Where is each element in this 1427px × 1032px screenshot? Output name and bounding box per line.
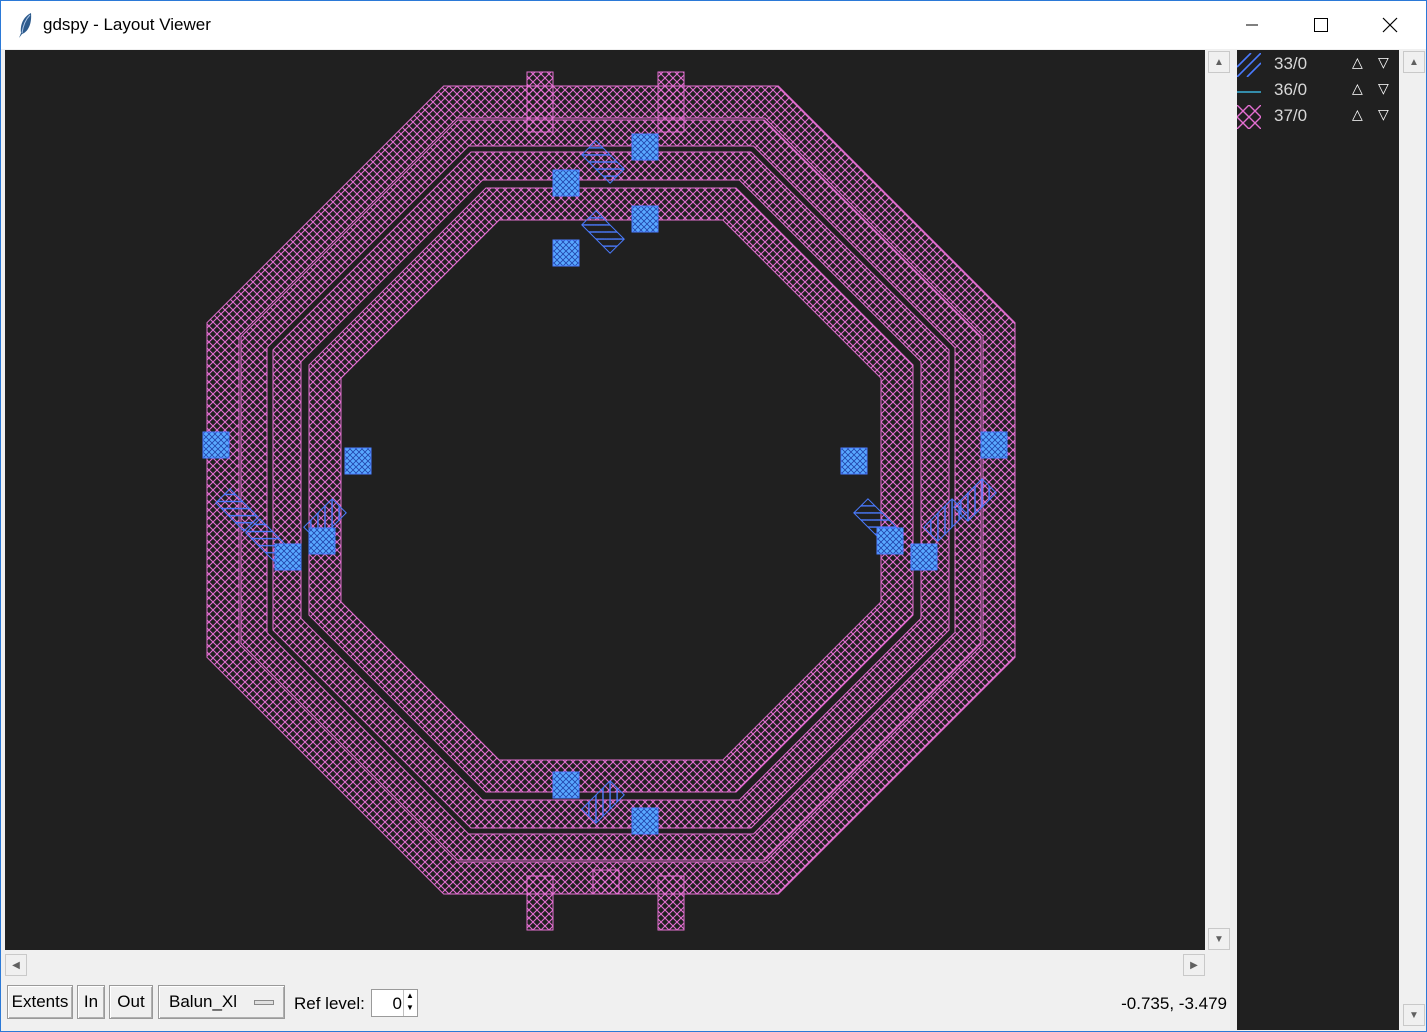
via-pad bbox=[631, 205, 659, 233]
bottom-toolbar: Extents In Out Balun_Xl Ref level: 0 ▲ ▼… bbox=[1, 980, 1235, 1030]
close-icon bbox=[1382, 17, 1398, 33]
via-pad bbox=[840, 447, 868, 475]
winding-ring bbox=[308, 187, 914, 793]
scroll-up-icon[interactable]: ▲ bbox=[1403, 51, 1425, 73]
scroll-down-icon[interactable]: ▼ bbox=[1208, 928, 1230, 950]
via-pad bbox=[552, 239, 580, 267]
feed-line bbox=[592, 869, 620, 895]
menu-indicator-icon bbox=[254, 1000, 274, 1005]
layout-geometry bbox=[202, 71, 1016, 931]
scroll-up-icon[interactable]: ▲ bbox=[1208, 51, 1230, 73]
maximize-button[interactable] bbox=[1298, 1, 1344, 49]
layer-row[interactable]: 37/0 △ ▽ bbox=[1237, 104, 1399, 129]
layer-panel-scrollbar[interactable]: ▲ ▼ bbox=[1402, 50, 1426, 1030]
spin-arrows[interactable]: ▲ ▼ bbox=[403, 990, 418, 1016]
canvas-vertical-scrollbar[interactable]: ▲ ▼ bbox=[1207, 50, 1232, 953]
cursor-coordinates: -0.735, -3.479 bbox=[1121, 994, 1227, 1013]
move-layer-up-icon[interactable]: △ bbox=[1352, 106, 1363, 123]
spin-up-icon[interactable]: ▲ bbox=[406, 991, 414, 1000]
via-pad bbox=[344, 447, 372, 475]
via-pad bbox=[910, 543, 938, 571]
move-layer-up-icon[interactable]: △ bbox=[1352, 54, 1363, 71]
balun-windings bbox=[206, 85, 1016, 895]
via-pad bbox=[980, 431, 1008, 459]
spin-down-icon[interactable]: ▼ bbox=[406, 1003, 414, 1012]
via-pad bbox=[552, 169, 580, 197]
layer-row[interactable]: 33/0 △ ▽ bbox=[1237, 52, 1399, 77]
cell-select-menu[interactable]: Balun_Xl bbox=[158, 985, 285, 1019]
zoom-out-button[interactable]: Out bbox=[109, 985, 153, 1019]
move-layer-down-icon[interactable]: ▽ bbox=[1378, 106, 1389, 123]
move-layer-up-icon[interactable]: △ bbox=[1352, 80, 1363, 97]
winding-ring bbox=[272, 151, 950, 829]
layer-swatch-crosshatch-icon bbox=[1237, 105, 1261, 129]
via-pad bbox=[308, 527, 336, 555]
feed-line bbox=[657, 875, 685, 931]
extents-button[interactable]: Extents bbox=[7, 985, 73, 1019]
title-bar: gdspy - Layout Viewer bbox=[1, 1, 1426, 49]
scroll-right-icon[interactable]: ▶ bbox=[1183, 954, 1205, 976]
layer-name: 37/0 bbox=[1274, 106, 1308, 125]
via-pad bbox=[631, 807, 659, 835]
ref-level-label: Ref level: bbox=[294, 994, 365, 1013]
via-pad bbox=[202, 431, 230, 459]
layout-canvas[interactable] bbox=[5, 50, 1205, 950]
layer-name: 33/0 bbox=[1274, 54, 1308, 73]
via-pad bbox=[876, 527, 904, 555]
scroll-down-icon[interactable]: ▼ bbox=[1403, 1004, 1425, 1026]
maximize-icon bbox=[1314, 18, 1328, 32]
layer-row[interactable]: 36/0 △ ▽ bbox=[1237, 78, 1399, 102]
feed-line bbox=[526, 875, 554, 931]
window-title: gdspy - Layout Viewer bbox=[43, 15, 211, 34]
minimize-button[interactable] bbox=[1229, 1, 1275, 49]
cell-name: Balun_Xl bbox=[169, 992, 238, 1011]
move-layer-down-icon[interactable]: ▽ bbox=[1378, 80, 1389, 97]
layer-swatch-diagonal-icon bbox=[1237, 53, 1261, 77]
ref-level-value: 0 bbox=[392, 994, 402, 1013]
layer-panel: 33/0 △ ▽ 36/0 △ ▽ 37/0 △ ▽ bbox=[1237, 50, 1399, 1030]
via-pad bbox=[631, 133, 659, 161]
zoom-in-button[interactable]: In bbox=[77, 985, 105, 1019]
ref-level-spinbox[interactable]: 0 ▲ ▼ bbox=[371, 989, 418, 1017]
move-layer-down-icon[interactable]: ▽ bbox=[1378, 54, 1389, 71]
layer-name: 36/0 bbox=[1274, 80, 1308, 99]
feed-line bbox=[657, 71, 685, 133]
minimize-icon bbox=[1246, 24, 1258, 26]
scroll-left-icon[interactable]: ◀ bbox=[5, 954, 27, 976]
close-button[interactable] bbox=[1367, 1, 1413, 49]
via-pad bbox=[274, 543, 302, 571]
feed-line bbox=[526, 71, 554, 133]
layer-swatch-horizontal-icon bbox=[1237, 91, 1261, 93]
via-pad bbox=[552, 771, 580, 799]
feather-icon bbox=[19, 13, 32, 38]
layout-viewer-window: gdspy - Layout Viewer ▲ ▼ ◀ ▶ 33/0 △ ▽ 3… bbox=[0, 0, 1427, 1032]
canvas-horizontal-scrollbar[interactable]: ◀ ▶ bbox=[5, 953, 1205, 978]
